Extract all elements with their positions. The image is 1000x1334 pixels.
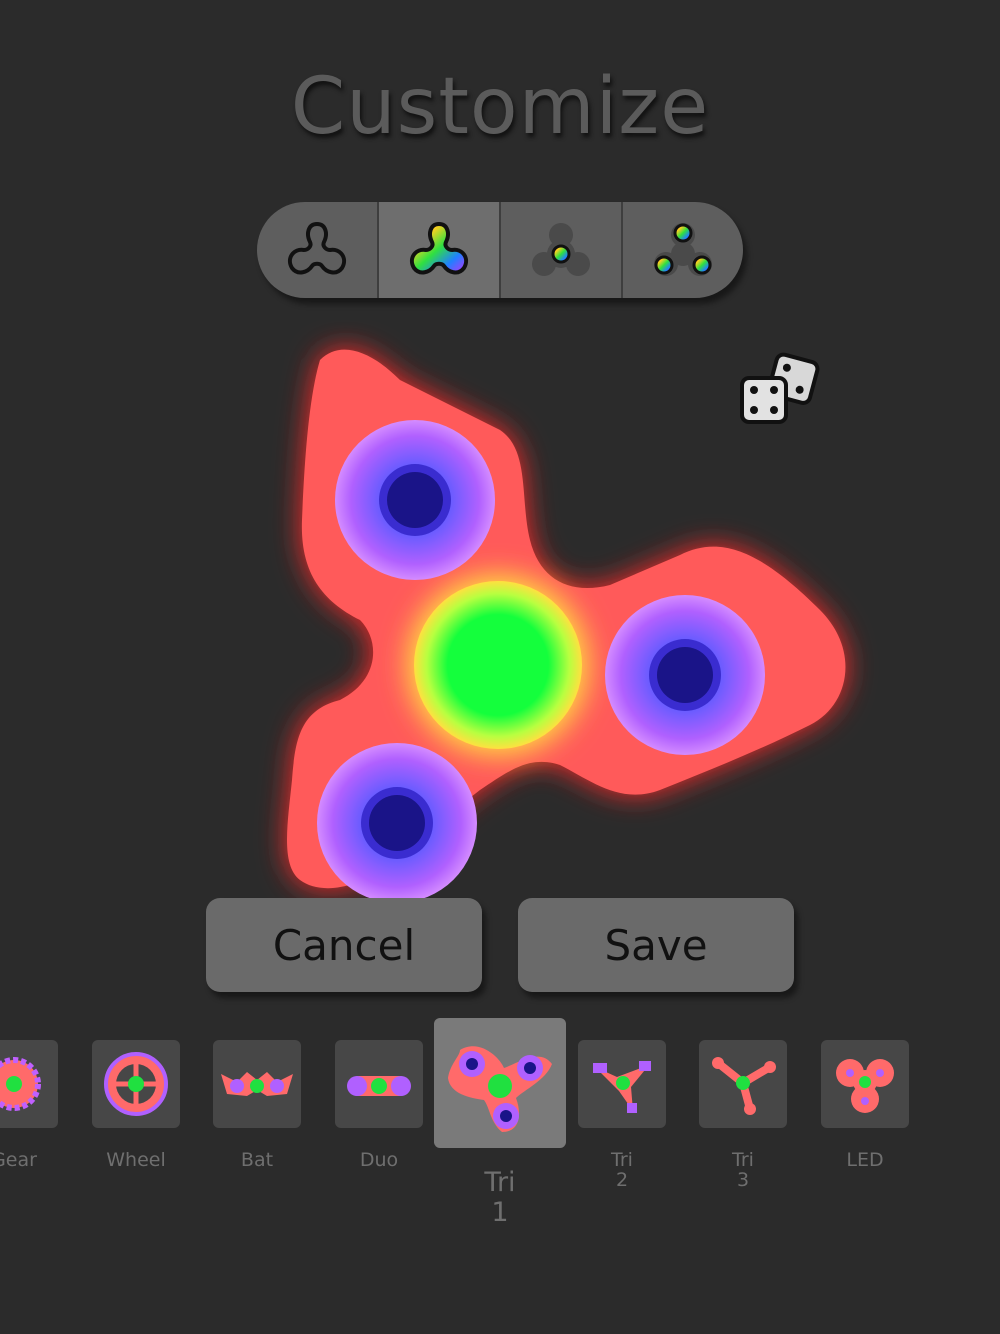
spinner-rainbow-center-icon [532, 223, 590, 276]
save-button[interactable]: Save [518, 898, 794, 992]
model-label: Duo [359, 1149, 399, 1171]
spinner-rainbow-bearings-icon [654, 223, 712, 276]
page-title: Customize [290, 62, 710, 152]
model-label: Tri 3 [732, 1149, 754, 1191]
wheel-spinner-thumbnail [92, 1040, 180, 1128]
cancel-button[interactable]: Cancel [206, 898, 482, 992]
gear-spinner-thumbnail [0, 1040, 58, 1128]
model-label: Tri 2 [611, 1149, 633, 1191]
segment-bearings-style[interactable] [623, 202, 743, 298]
spinner-preview[interactable] [240, 320, 880, 920]
model-label: Wheel [106, 1149, 166, 1171]
model-item-wheel[interactable]: Wheel [92, 1040, 180, 1170]
tri-2-spinner-thumbnail [578, 1040, 666, 1128]
model-item-duo[interactable]: Duo [335, 1040, 423, 1170]
spinner-rainbow-body-icon [409, 221, 469, 275]
model-label: Gear [0, 1149, 37, 1171]
segment-outline-style[interactable] [257, 202, 379, 298]
model-label: LED [846, 1149, 884, 1171]
color-style-selector [257, 202, 743, 298]
segment-gray-center-style[interactable] [501, 202, 623, 298]
spinner-outline-icon [287, 221, 347, 275]
model-item-led[interactable]: LED [821, 1040, 909, 1170]
model-label: Tri 1 [484, 1167, 516, 1228]
model-item-gear[interactable]: Gear [0, 1040, 58, 1170]
fidget-spinner-image [287, 349, 846, 903]
model-item-tri-3[interactable]: Tri 3 [699, 1040, 787, 1190]
tri-1-spinner-thumbnail [434, 1018, 566, 1148]
spinner-model-carousel[interactable]: Gear Wheel Bat Duo Tri 1 Tri 2 Tri 3 [0, 1018, 1000, 1248]
led-spinner-thumbnail [821, 1040, 909, 1128]
bat-spinner-thumbnail [213, 1040, 301, 1128]
model-item-bat[interactable]: Bat [213, 1040, 301, 1170]
segment-rainbow-style[interactable] [379, 202, 501, 298]
model-label: Bat [240, 1149, 274, 1171]
model-item-tri-1[interactable]: Tri 1 [434, 1018, 566, 1228]
tri-3-spinner-thumbnail [699, 1040, 787, 1128]
model-item-tri-2[interactable]: Tri 2 [578, 1040, 666, 1190]
duo-spinner-thumbnail [335, 1040, 423, 1128]
